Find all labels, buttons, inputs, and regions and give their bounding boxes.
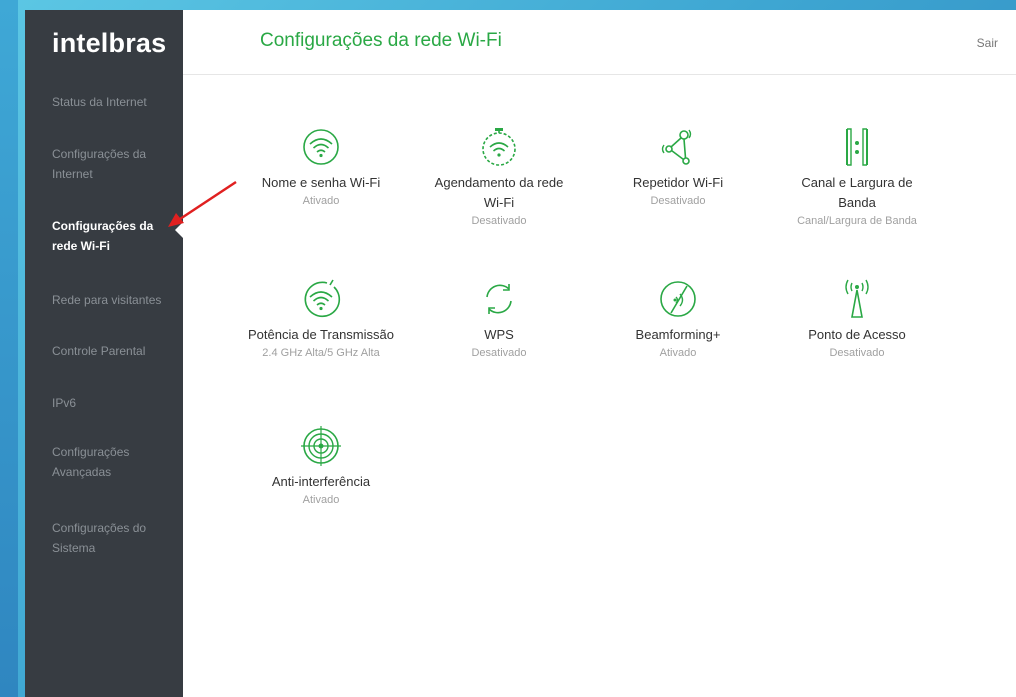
tile-wifi-schedule[interactable]: Agendamento da rede Wi-Fi Desativado [424,123,574,229]
anti-interference-icon [301,426,341,466]
tile-status: Ativado [302,195,340,207]
wps-icon [486,284,512,314]
page-title: Configurações da rede Wi-Fi [260,30,502,51]
tile-status: Desativado [471,215,527,227]
tile-status: Desativado [650,195,706,207]
beamforming-icon [660,281,696,317]
sidebar-item-wifi-settings[interactable]: Configurações da rede Wi-Fi [52,216,177,256]
background-stripe [0,0,18,697]
tile-label: WPS [484,327,514,342]
tile-label: Beamforming+ [635,327,721,342]
sidebar-item-system[interactable]: Configurações do Sistema [52,518,177,558]
tile-label: Canal e Largura de Banda [801,175,913,210]
tile-access-point[interactable]: Ponto de Acesso Desativado [782,275,932,361]
sidebar-item-ipv6[interactable]: IPv6 [52,393,177,413]
tile-transmit-power[interactable]: Potência de Transmissão 2.4 GHz Alta/5 G… [246,275,396,361]
sidebar-item-parental-control[interactable]: Controle Parental [52,341,177,361]
tile-label: Repetidor Wi-Fi [632,175,724,190]
tile-channel-bandwidth[interactable]: Canal e Largura de Banda Canal/Largura d… [782,123,932,229]
tile-status: Ativado [302,494,340,506]
tile-wps[interactable]: WPS Desativado [424,275,574,361]
logout-link[interactable]: Sair [977,36,998,50]
tile-status: Desativado [829,347,885,359]
access-point-icon [845,279,869,318]
brand-logo: intelbras [52,28,167,58]
tile-label: Nome e senha Wi-Fi [261,175,381,190]
tile-label: Agendamento da rede Wi-Fi [434,175,564,210]
transmit-power-icon [304,279,341,318]
tile-status: Canal/Largura de Banda [797,215,917,227]
tile-status: 2.4 GHz Alta/5 GHz Alta [262,347,380,359]
active-nav-indicator [175,221,184,239]
tile-wifi-repeater[interactable]: Repetidor Wi-Fi Desativado [603,123,753,209]
sidebar-item-internet-status[interactable]: Status da Internet [52,92,177,112]
tile-status: Desativado [471,347,527,359]
repeater-icon [661,129,692,165]
sidebar-item-guest-network[interactable]: Rede para visitantes [52,290,177,310]
router-admin-window: intelbras Status da Internet Configuraçõ… [25,10,1016,697]
tile-label: Potência de Transmissão [248,327,394,342]
schedule-wifi-icon [482,128,516,166]
tile-beamforming[interactable]: Beamforming+ Ativado [603,275,753,361]
tile-anti-interference[interactable]: Anti-interferência Ativado [246,422,396,508]
channel-bandwidth-icon [846,128,868,166]
tile-label: Anti-interferência [271,474,371,489]
tile-label: Ponto de Acesso [808,327,906,342]
sidebar: intelbras Status da Internet Configuraçõ… [25,10,184,697]
tile-wifi-name-password[interactable]: Nome e senha Wi-Fi Ativado [246,123,396,209]
tile-status: Ativado [659,347,697,359]
page-header: Configurações da rede Wi-Fi Sair [183,10,1016,75]
sidebar-item-internet-settings[interactable]: Configurações da Internet [52,144,177,184]
sidebar-item-advanced[interactable]: Configurações Avançadas [52,442,177,482]
wifi-icon [303,129,339,165]
